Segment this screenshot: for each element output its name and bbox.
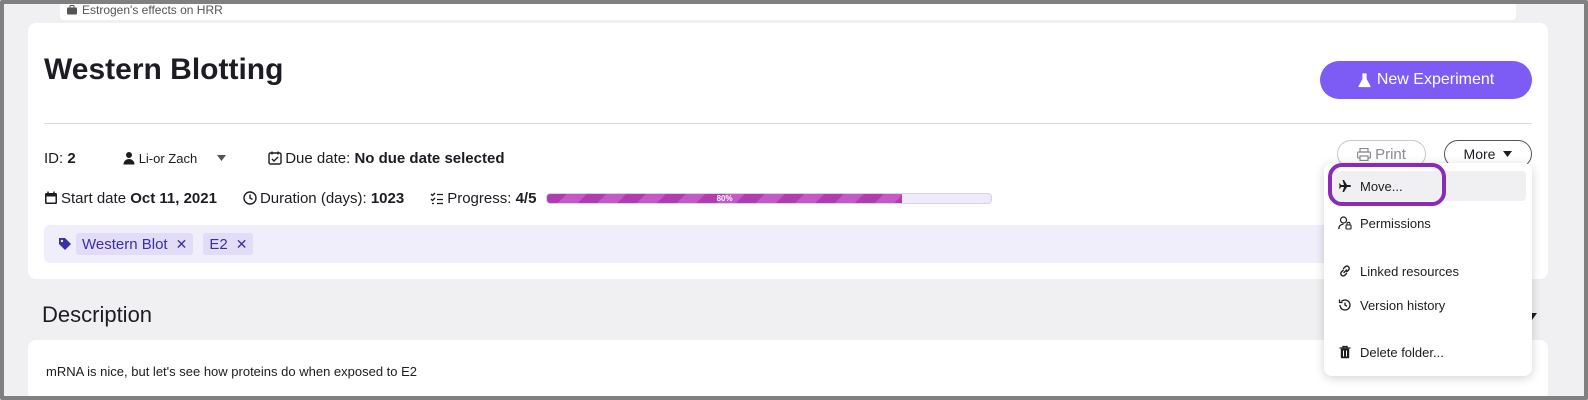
description-card: mRNA is nice, but let's see how proteins…: [28, 340, 1548, 400]
page-title: Western Blotting: [44, 53, 284, 86]
description-text[interactable]: mRNA is nice, but let's see how proteins…: [46, 364, 417, 379]
tag-label: E2: [209, 235, 228, 253]
more-label: More: [1463, 146, 1496, 162]
id-value: 2: [67, 149, 76, 167]
new-experiment-button[interactable]: New Experiment: [1320, 61, 1532, 99]
progress-value: 4/5: [515, 189, 537, 207]
checklist-icon: [430, 192, 444, 205]
due-value: No due date selected: [354, 149, 505, 167]
breadcrumb[interactable]: Estrogen's effects on HRR: [60, 0, 1516, 20]
menu-item-label: Move...: [1360, 178, 1403, 194]
owner-name: Li-or Zach: [138, 150, 198, 166]
description-heading: Description: [42, 302, 153, 327]
progress-label: Progress:: [447, 189, 512, 207]
flask-icon: [1358, 72, 1371, 87]
remove-tag-icon[interactable]: ✕: [236, 236, 248, 253]
chevron-down-icon: [217, 155, 227, 161]
duration-label: Duration (days):: [259, 189, 367, 207]
tag-icon: [59, 238, 71, 250]
owner-select[interactable]: Li-or Zach: [122, 151, 227, 166]
experiment-header-card: Western Blotting New Experiment ID: 2 Li…: [28, 23, 1548, 279]
user-lock-icon: [1338, 216, 1352, 230]
calendar-check-icon: [268, 151, 282, 165]
id-label: ID:: [44, 149, 64, 167]
meta-row-1: ID: 2 Li-or Zach Due date: No due date s…: [44, 148, 504, 168]
menu-item-move[interactable]: Move...: [1330, 171, 1526, 201]
menu-item-permissions[interactable]: Permissions: [1330, 208, 1526, 238]
tag-label: Western Blot: [82, 235, 168, 253]
remove-tag-icon[interactable]: ✕: [176, 236, 188, 253]
calendar-icon: [45, 191, 57, 204]
history-icon: [1338, 299, 1351, 311]
duration-value: 1023: [370, 189, 405, 207]
tag-chip[interactable]: Western Blot ✕: [76, 233, 194, 255]
print-label: Print: [1375, 145, 1406, 163]
new-experiment-label: New Experiment: [1376, 71, 1495, 88]
trash-icon: [1339, 345, 1351, 359]
duration: Duration (days): 1023: [243, 190, 404, 207]
progress-bar-fill: 80%: [547, 194, 903, 203]
tag-bar[interactable]: Western Blot ✕ E2 ✕: [44, 225, 1354, 263]
user-icon: [123, 152, 135, 165]
menu-item-delete-folder[interactable]: Delete folder...: [1330, 337, 1526, 367]
start-label: Start date: [61, 189, 127, 207]
link-icon: [1340, 265, 1350, 277]
due-label: Due date:: [285, 149, 351, 167]
more-dropdown-menu: Move... Permissions Linked resources Ver…: [1324, 163, 1532, 376]
progress: Progress: 4/5: [430, 190, 536, 207]
plane-icon: [1339, 180, 1351, 192]
menu-item-label: Permissions: [1360, 215, 1431, 231]
menu-item-label: Linked resources: [1360, 263, 1459, 279]
briefcase-icon: [67, 5, 77, 15]
clock-icon: [243, 191, 257, 205]
chevron-down-icon: [1503, 151, 1513, 157]
start-value[interactable]: Oct 11, 2021: [130, 190, 217, 207]
breadcrumb-project[interactable]: Estrogen's effects on HRR: [82, 3, 223, 17]
progress-bar: 80%: [546, 193, 992, 204]
header-divider: [44, 123, 1532, 124]
menu-item-version-history[interactable]: Version history: [1330, 290, 1526, 320]
menu-item-linked-resources[interactable]: Linked resources: [1330, 256, 1526, 286]
meta-row-2: Start date Oct 11, 2021 Duration (days):…: [44, 188, 536, 208]
printer-icon: [1357, 147, 1372, 161]
tag-chip[interactable]: E2 ✕: [203, 233, 254, 255]
menu-item-label: Version history: [1360, 297, 1446, 313]
due-date[interactable]: Due date: No due date selected: [268, 150, 504, 167]
menu-item-label: Delete folder...: [1360, 344, 1444, 360]
